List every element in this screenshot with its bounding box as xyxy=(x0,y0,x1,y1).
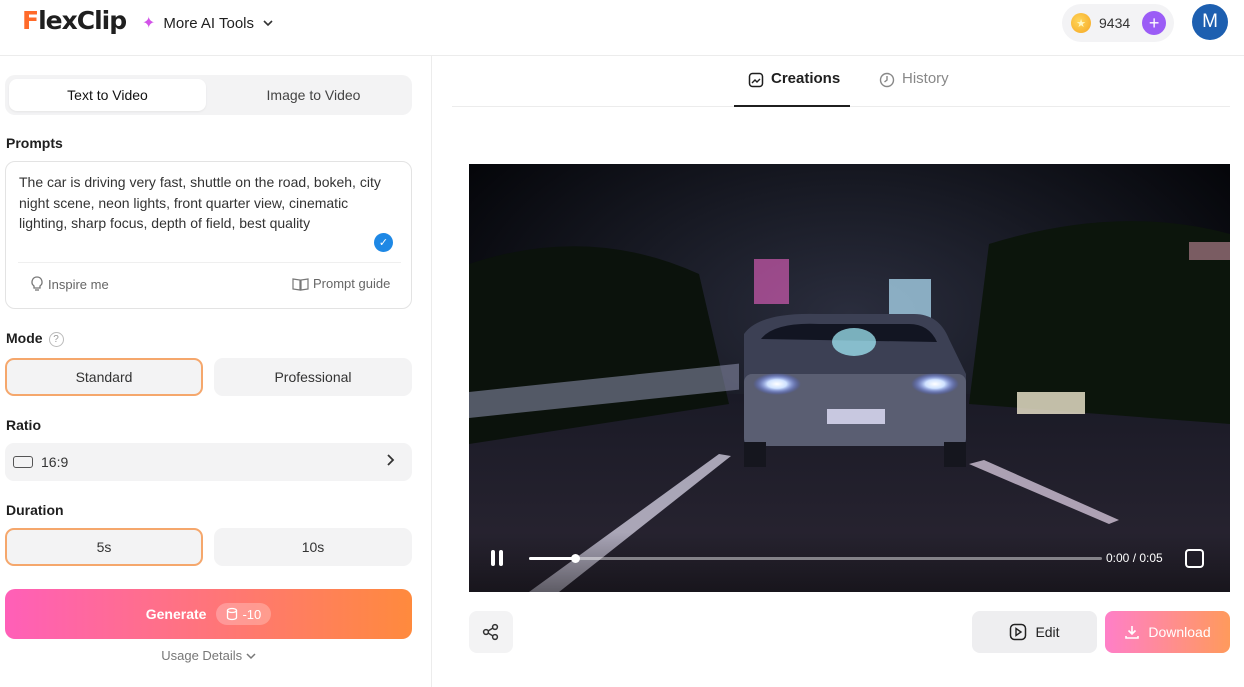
chevron-down-icon xyxy=(263,20,273,27)
duration-10s-button[interactable]: 10s xyxy=(214,528,412,566)
edit-video-icon xyxy=(1010,623,1027,641)
share-icon xyxy=(482,623,499,641)
share-button[interactable] xyxy=(469,611,513,653)
ratio-value: 16:9 xyxy=(41,454,69,470)
check-icon: ✓ xyxy=(374,233,393,252)
generate-cost-badge: -10 xyxy=(216,603,272,625)
prompt-guide-label: Prompt guide xyxy=(313,276,391,291)
more-ai-tools-menu[interactable]: ✦ More AI Tools xyxy=(142,12,274,34)
mode-tabs: Text to Video Image to Video xyxy=(5,75,412,115)
credit-icon xyxy=(227,607,238,621)
chevron-down-icon xyxy=(246,653,256,660)
top-bar: FlexClip ✦ More AI Tools ★ 9434 + M xyxy=(0,0,1244,56)
inspire-me-label: Inspire me xyxy=(48,276,109,292)
ratio-selector[interactable]: 16:9 xyxy=(5,443,412,481)
generate-button[interactable]: Generate -10 xyxy=(5,589,412,639)
mode-label: Mode? xyxy=(6,330,64,347)
mode-professional-button[interactable]: Professional xyxy=(214,358,412,396)
usage-details-label: Usage Details xyxy=(161,648,243,663)
time-display: 0:00 / 0:05 xyxy=(1106,551,1163,565)
edit-label: Edit xyxy=(1035,624,1060,640)
sparkle-icon: ✦ xyxy=(142,15,156,32)
logo-text: lexClip xyxy=(38,6,127,35)
duration-5s-button[interactable]: 5s xyxy=(5,528,203,566)
pause-button[interactable] xyxy=(491,550,503,566)
generator-panel: Text to Video Image to Video Prompts The… xyxy=(0,56,432,687)
tab-history[interactable]: History xyxy=(879,70,949,107)
lightbulb-icon xyxy=(31,276,43,291)
download-label: Download xyxy=(1148,624,1211,640)
video-frame xyxy=(469,164,1230,592)
generate-cost: -10 xyxy=(242,606,262,622)
results-tabs: Creations History xyxy=(452,56,1230,107)
player-controls: 0:00 / 0:05 xyxy=(469,532,1230,592)
fullscreen-icon[interactable] xyxy=(1185,549,1204,568)
more-ai-tools-label: More AI Tools xyxy=(163,14,255,32)
tab-text-to-video[interactable]: Text to Video xyxy=(9,79,206,111)
prompts-label: Prompts xyxy=(6,135,63,151)
divider xyxy=(18,262,401,263)
prompt-guide-button[interactable]: Prompt guide xyxy=(292,276,390,291)
aspect-ratio-icon xyxy=(13,456,33,468)
prompt-input[interactable]: The car is driving very fast, shuttle on… xyxy=(5,161,412,309)
progress-fill xyxy=(529,557,575,560)
progress-handle[interactable] xyxy=(570,554,580,563)
book-icon xyxy=(292,277,309,291)
edit-button[interactable]: Edit xyxy=(972,611,1097,653)
credits-count: 9434 xyxy=(1099,15,1131,31)
ratio-label: Ratio xyxy=(6,417,41,433)
tab-history-label: History xyxy=(902,70,949,87)
avatar[interactable]: M xyxy=(1192,4,1228,40)
download-icon xyxy=(1125,626,1140,639)
generate-label: Generate xyxy=(145,606,207,622)
chevron-right-icon xyxy=(387,454,395,466)
video-player[interactable]: 0:00 / 0:05 xyxy=(469,164,1230,592)
download-button[interactable]: Download xyxy=(1105,611,1230,653)
mode-label-text: Mode xyxy=(6,330,43,346)
tab-creations[interactable]: Creations xyxy=(734,70,850,107)
mode-standard-button[interactable]: Standard xyxy=(5,358,203,396)
prompt-text[interactable]: The car is driving very fast, shuttle on… xyxy=(19,172,389,234)
image-icon xyxy=(748,72,764,88)
flexclip-logo[interactable]: FlexClip xyxy=(22,6,127,35)
help-icon[interactable]: ? xyxy=(48,331,64,347)
usage-details-link[interactable]: Usage Details xyxy=(0,648,417,663)
clock-icon xyxy=(879,72,895,88)
inspire-me-button[interactable]: Inspire me xyxy=(30,276,109,292)
add-credits-button[interactable]: + xyxy=(1142,11,1167,35)
duration-label: Duration xyxy=(6,502,64,518)
coin-icon: ★ xyxy=(1071,13,1091,33)
tab-creations-label: Creations xyxy=(771,70,841,87)
credits-pill: ★ 9434 + xyxy=(1062,4,1174,42)
tab-image-to-video[interactable]: Image to Video xyxy=(215,79,412,111)
progress-bar[interactable] xyxy=(529,554,1102,563)
